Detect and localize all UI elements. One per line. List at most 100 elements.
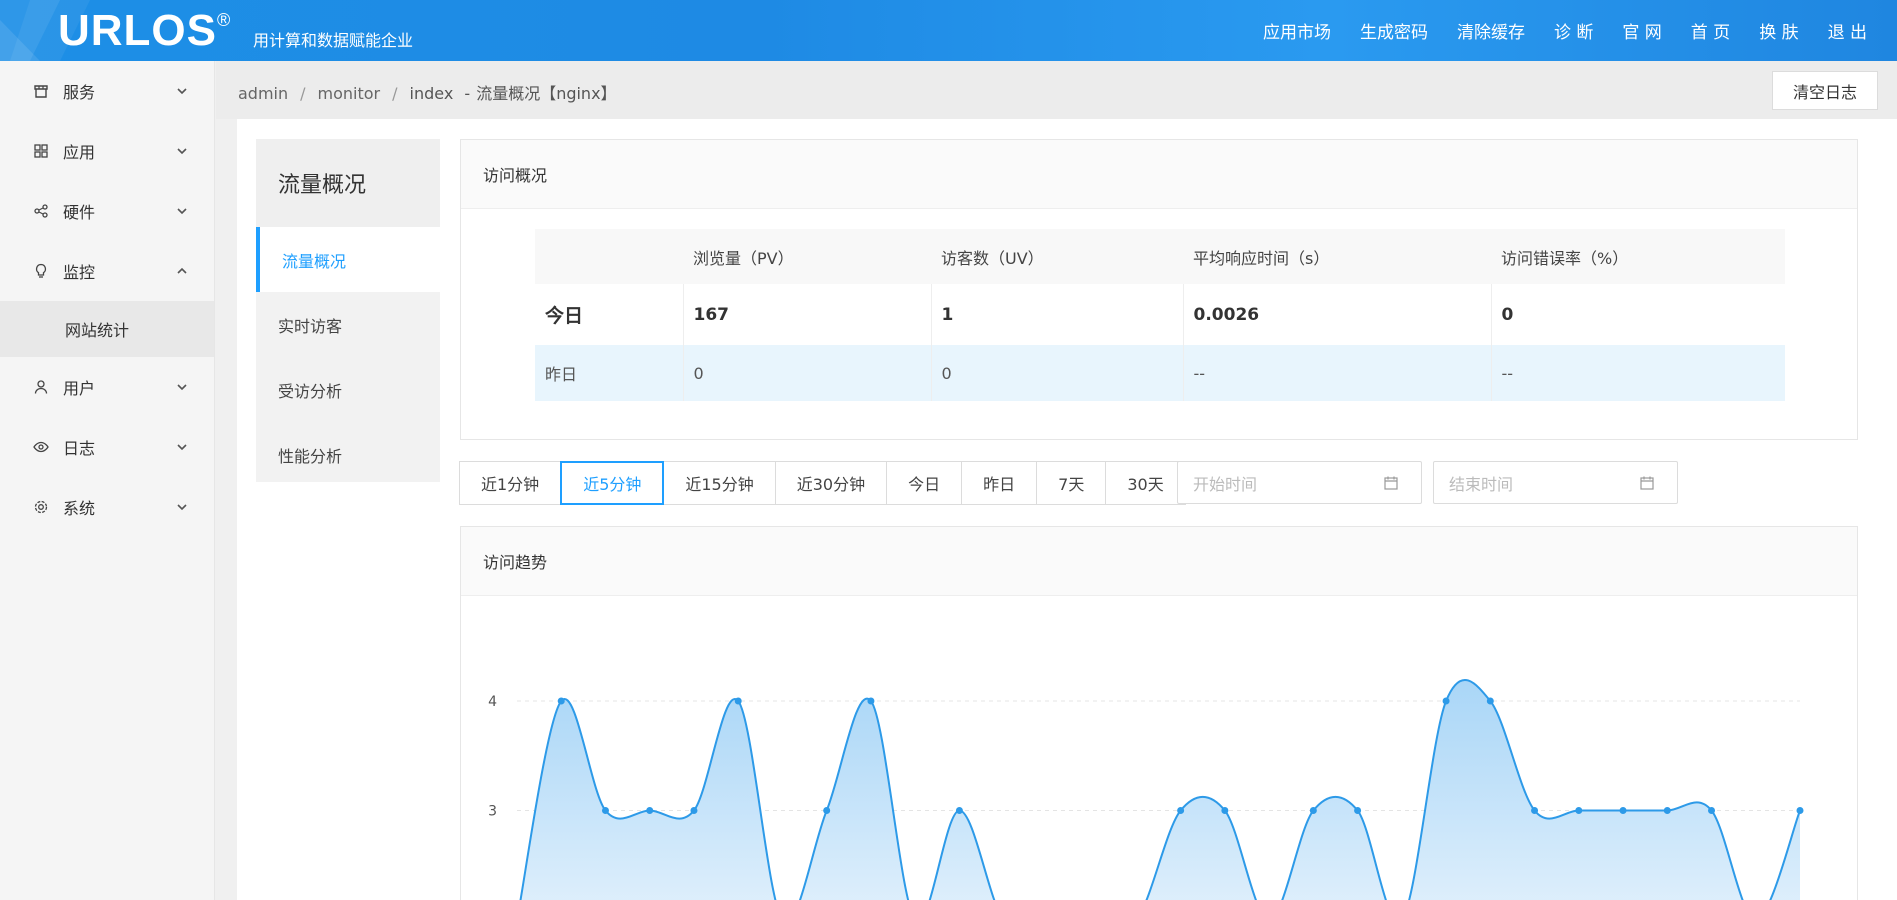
data-point[interactable]: [1619, 807, 1627, 814]
time-range-group: 近1分钟 近5分钟 近15分钟 近30分钟 今日 昨日 7天 30天: [459, 461, 1186, 505]
top-nav: 应用市场 生成密码 清除缓存 诊 断 官 网 首 页 换 肤 退 出: [1234, 0, 1867, 61]
sidebar: 服务 应用 硬件 监控 网站统计 用户 日志 系统: [0, 61, 215, 900]
data-point[interactable]: [690, 807, 698, 814]
nav-home[interactable]: 首 页: [1691, 18, 1730, 43]
data-point[interactable]: [1486, 697, 1494, 705]
data-point[interactable]: [823, 807, 831, 814]
sub-nav-traffic-overview[interactable]: 流量概况: [256, 227, 440, 292]
y-tick-label: 4: [488, 694, 497, 710]
end-time-input[interactable]: 结束时间: [1433, 461, 1678, 504]
lightbulb-icon: [33, 263, 49, 279]
range-30day-button[interactable]: 30天: [1105, 461, 1186, 505]
table-cell: 0: [1491, 284, 1785, 345]
sidebar-subitem-site-stats[interactable]: 网站统计: [0, 301, 214, 357]
data-point[interactable]: [646, 807, 654, 814]
sidebar-item-monitor[interactable]: 监控: [0, 241, 214, 301]
sub-nav: 流量概况 流量概况 实时访客 受访分析 性能分析: [256, 139, 440, 482]
range-1min-button[interactable]: 近1分钟: [459, 461, 562, 505]
logo[interactable]: URLOS®: [58, 6, 231, 56]
slogan: 用计算和数据赋能企业: [253, 31, 414, 50]
data-point[interactable]: [1442, 697, 1450, 705]
sidebar-item-hardware[interactable]: 硬件: [0, 181, 214, 241]
table-row: 今日 167 1 0.0026 0: [535, 284, 1785, 345]
store-icon: [33, 83, 49, 99]
range-30min-button[interactable]: 近30分钟: [774, 461, 888, 505]
table-cell: 昨日: [535, 345, 684, 401]
data-point[interactable]: [867, 697, 875, 705]
gear-icon: [33, 499, 49, 515]
data-point[interactable]: [1575, 807, 1583, 814]
data-point[interactable]: [1708, 807, 1716, 814]
table-header: 访问错误率（%）: [1491, 229, 1785, 284]
data-point[interactable]: [601, 807, 609, 814]
table-header: 访客数（UV）: [931, 229, 1183, 284]
chevron-down-icon: [177, 444, 187, 451]
trend-card: 访问趋势 234: [460, 526, 1858, 900]
chevron-down-icon: [177, 208, 187, 215]
table-cell: --: [1183, 345, 1492, 401]
breadcrumb-dash: -: [464, 84, 471, 103]
sub-nav-performance-analysis[interactable]: 性能分析: [256, 422, 440, 487]
range-today-button[interactable]: 今日: [886, 461, 963, 505]
calendar-icon: [1640, 476, 1654, 490]
data-point[interactable]: [1309, 807, 1317, 814]
breadcrumb-current: 流量概况【nginx】: [476, 84, 617, 103]
nav-generate-password[interactable]: 生成密码: [1360, 18, 1428, 43]
data-point[interactable]: [557, 697, 565, 705]
table-header-row: 浏览量（PV） 访客数（UV） 平均响应时间（s） 访问错误率（%）: [535, 229, 1785, 284]
end-time-placeholder: 结束时间: [1449, 474, 1514, 494]
trend-chart-svg: 234: [488, 678, 1804, 900]
sidebar-item-apps[interactable]: 应用: [0, 121, 214, 181]
trend-card-title: 访问趋势: [461, 527, 1857, 596]
eye-icon: [33, 439, 49, 455]
sidebar-item-label: 应用: [63, 143, 96, 162]
table-cell: 0.0026: [1183, 284, 1492, 345]
range-7day-button[interactable]: 7天: [1036, 461, 1107, 505]
trend-chart: 234: [461, 597, 1856, 900]
range-15min-button[interactable]: 近15分钟: [663, 461, 776, 505]
sub-nav-realtime-visitors[interactable]: 实时访客: [256, 292, 440, 357]
breadcrumb: admin / monitor / index - 流量概况【nginx】: [238, 84, 617, 103]
grid-icon: [33, 143, 49, 159]
table-cell: 今日: [535, 284, 684, 345]
chevron-down-icon: [177, 148, 187, 155]
sidebar-item-label: 硬件: [63, 203, 96, 222]
breadcrumb-item-admin[interactable]: admin: [238, 84, 288, 103]
breadcrumb-bar: admin / monitor / index - 流量概况【nginx】 清空日志: [216, 61, 1897, 119]
nav-diagnose[interactable]: 诊 断: [1554, 18, 1593, 43]
sidebar-item-service[interactable]: 服务: [0, 61, 214, 121]
calendar-icon: [1384, 476, 1398, 490]
data-point[interactable]: [1177, 807, 1185, 814]
sidebar-item-label: 系统: [63, 499, 96, 518]
nav-clear-cache[interactable]: 清除缓存: [1457, 18, 1525, 43]
range-yesterday-button[interactable]: 昨日: [961, 461, 1038, 505]
share-nodes-icon: [33, 203, 49, 219]
table-header: 浏览量（PV）: [683, 229, 931, 284]
user-icon: [33, 379, 49, 395]
chevron-down-icon: [177, 88, 187, 95]
data-point[interactable]: [734, 697, 742, 705]
breadcrumb-item-monitor[interactable]: monitor: [318, 84, 381, 103]
overview-card-title: 访问概况: [461, 140, 1857, 209]
data-point[interactable]: [955, 807, 963, 814]
top-header: URLOS® 用计算和数据赋能企业 应用市场 生成密码 清除缓存 诊 断 官 网…: [0, 0, 1897, 61]
clear-log-button[interactable]: 清空日志: [1772, 71, 1878, 110]
sidebar-item-logs[interactable]: 日志: [0, 417, 214, 477]
sub-nav-page-analysis[interactable]: 受访分析: [256, 357, 440, 422]
data-point[interactable]: [1354, 807, 1362, 814]
data-point[interactable]: [1796, 807, 1804, 814]
breadcrumb-item-index: index: [409, 84, 454, 103]
table-cell: 0: [931, 345, 1184, 401]
sidebar-item-system[interactable]: 系统: [0, 477, 214, 537]
range-5min-button[interactable]: 近5分钟: [560, 461, 665, 505]
nav-skin[interactable]: 换 肤: [1759, 18, 1798, 43]
data-point[interactable]: [1663, 807, 1671, 814]
nav-app-market[interactable]: 应用市场: [1263, 18, 1331, 43]
nav-logout[interactable]: 退 出: [1828, 18, 1867, 43]
table-cell: 1: [931, 284, 1184, 345]
start-time-input[interactable]: 开始时间: [1177, 461, 1422, 504]
data-point[interactable]: [1531, 807, 1539, 814]
nav-official-site[interactable]: 官 网: [1622, 18, 1661, 43]
data-point[interactable]: [1221, 807, 1229, 814]
sidebar-item-users[interactable]: 用户: [0, 357, 214, 417]
